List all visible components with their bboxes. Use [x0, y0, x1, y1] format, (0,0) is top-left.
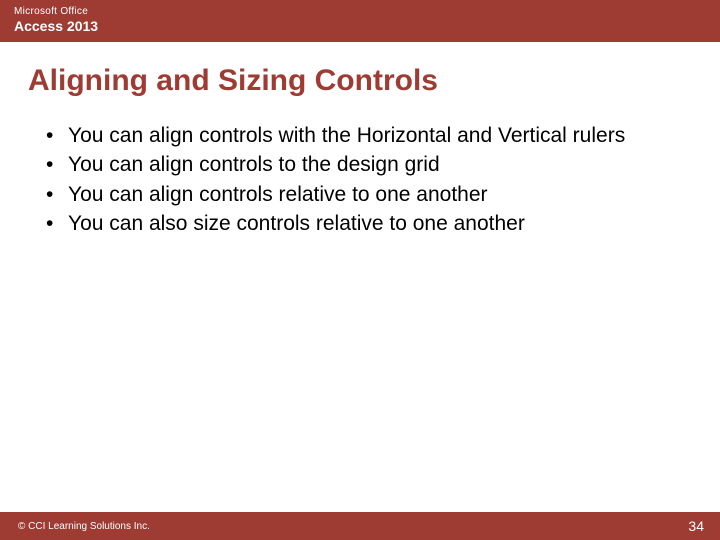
list-item: You can align controls to the design gri…	[40, 151, 680, 178]
brand-line-2: Access 2013	[14, 18, 706, 34]
slide-header: Microsoft Office Access 2013	[0, 0, 720, 42]
list-item: You can align controls relative to one a…	[40, 181, 680, 208]
slide-body: You can align controls with the Horizont…	[0, 112, 720, 512]
slide-title: Aligning and Sizing Controls	[0, 42, 720, 112]
slide: Microsoft Office Access 2013 Aligning an…	[0, 0, 720, 540]
slide-footer: © CCI Learning Solutions Inc. 34	[0, 512, 720, 540]
page-number: 34	[688, 518, 704, 534]
footer-copyright: © CCI Learning Solutions Inc.	[18, 521, 150, 532]
list-item: You can also size controls relative to o…	[40, 210, 680, 237]
brand-line-1: Microsoft Office	[14, 6, 706, 17]
bullet-list: You can align controls with the Horizont…	[40, 122, 680, 237]
list-item: You can align controls with the Horizont…	[40, 122, 680, 149]
